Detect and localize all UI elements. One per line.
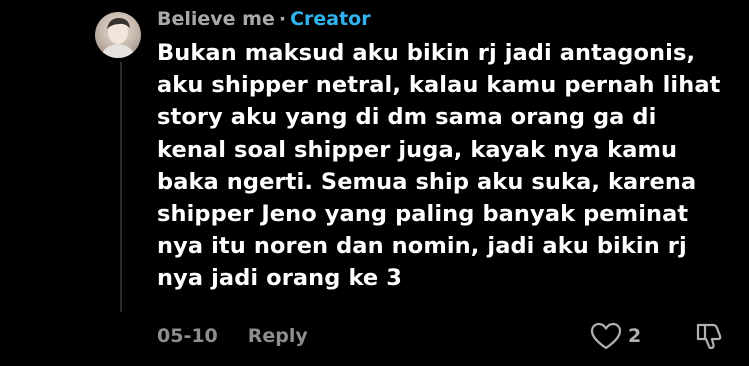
- avatar[interactable]: [95, 12, 141, 58]
- comment-line: nya itu noren dan nomin, jadi aku bikin …: [157, 233, 687, 260]
- comment-line: baka ngerti. Semua ship aku suka, karena: [157, 168, 697, 195]
- thread-line: [120, 62, 122, 312]
- like-count: 2: [628, 325, 642, 347]
- separator-dot: ·: [278, 8, 287, 30]
- reply-button[interactable]: Reply: [248, 325, 308, 347]
- creator-badge: Creator: [290, 8, 371, 30]
- heart-outline-icon: [590, 322, 622, 350]
- dislike-button[interactable]: [694, 320, 726, 352]
- comment-line: aku shipper netral, kalau kamu pernah li…: [157, 72, 721, 99]
- avatar-photo: [101, 18, 135, 58]
- comment-line: nya jadi orang ke 3: [157, 265, 402, 292]
- comment-line: kenal soal shipper juga, kayak nya kamu: [157, 136, 678, 163]
- like-button[interactable]: 2: [590, 320, 641, 352]
- comment-footer: 05-10 Reply: [157, 322, 308, 350]
- comment-header: Believe me · Creator: [157, 6, 371, 32]
- comment-text: Bukan maksud aku bikin rj jadi antagonis…: [157, 37, 737, 295]
- comment-line: shipper Jeno yang paling banyak peminat: [157, 201, 689, 228]
- comment-line: Bukan maksud aku bikin rj jadi antagonis…: [157, 40, 696, 66]
- username[interactable]: Believe me: [157, 8, 275, 30]
- comment-date: 05-10: [157, 325, 218, 347]
- thumbs-down-icon: [696, 323, 722, 350]
- comment-line: story aku yang di dm sama orang ga di: [157, 104, 657, 131]
